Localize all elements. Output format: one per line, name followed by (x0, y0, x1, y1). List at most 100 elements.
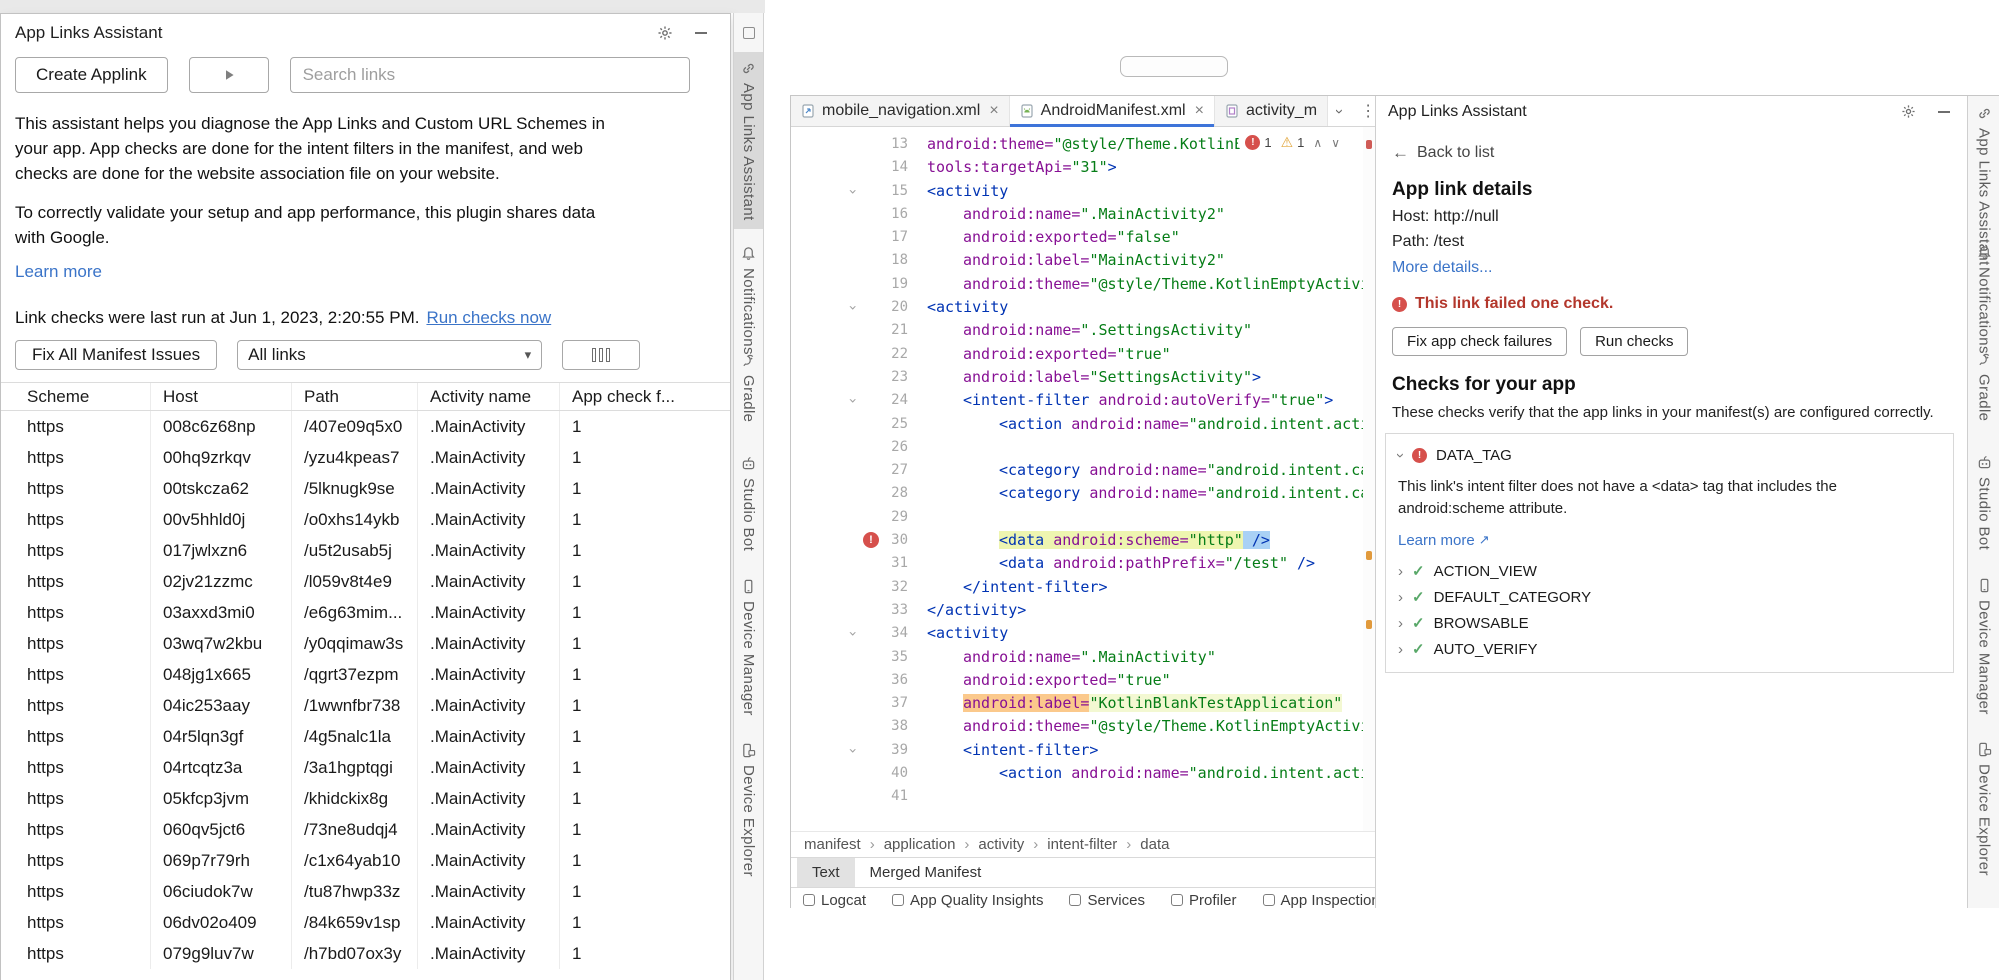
learn-more-link[interactable]: Learn more (15, 262, 102, 282)
check-row-DEFAULT_CATEGORY[interactable]: ›✓DEFAULT_CATEGORY (1398, 584, 1941, 610)
bottom-bar-item[interactable]: App Quality Insights (892, 892, 1043, 908)
check-row-ACTION_VIEW[interactable]: ›✓ACTION_VIEW (1398, 558, 1941, 584)
tool-strip-item-devicemanager[interactable]: Device Manager (734, 570, 763, 724)
code-line[interactable]: 20›<activity (791, 296, 1363, 319)
code-line[interactable]: 39›<intent-filter> (791, 739, 1363, 762)
columns-button[interactable] (562, 340, 640, 370)
tool-strip-item-studiobot[interactable]: Studio Bot (1968, 446, 1999, 558)
prev-issue-icon[interactable]: ∧ (1313, 136, 1322, 150)
fold-chevron-icon[interactable]: › (840, 627, 863, 641)
code-line[interactable]: 32</intent-filter> (791, 576, 1363, 599)
tab-activity_m[interactable]: activity_m (1215, 96, 1328, 126)
bottom-bar-item[interactable]: Services (1069, 892, 1145, 908)
learn-more-link[interactable]: Learn more ↗ (1398, 532, 1490, 549)
code-line[interactable]: 16android:name=".MainActivity2" (791, 203, 1363, 226)
code-line[interactable]: 24›<intent-filter android:autoVerify="tr… (791, 389, 1363, 412)
fold-chevron-icon[interactable]: › (840, 394, 863, 408)
tab-mobile_navigation.xml[interactable]: mobile_navigation.xml× (791, 96, 1010, 126)
bottom-bar-item[interactable]: Logcat (803, 892, 866, 908)
inspections-widget[interactable]: !1 ⚠1 ∧ ∨ (1238, 132, 1347, 153)
column-header[interactable]: Activity name (418, 383, 560, 410)
table-row[interactable]: https04rtcqtz3a/3a1hgptqgi.MainActivity1 (1, 752, 730, 783)
warning-stripe-mark[interactable] (1366, 551, 1372, 560)
code-line[interactable]: 21android:name=".SettingsActivity" (791, 319, 1363, 342)
code-line[interactable]: 38android:theme="@style/Theme.KotlinEmpt… (791, 715, 1363, 738)
table-row[interactable]: https017jwlxzn6/u5t2usab5j.MainActivity1 (1, 535, 730, 566)
error-stripe-mark[interactable] (1366, 140, 1372, 149)
code-line[interactable]: 26 (791, 436, 1363, 459)
column-header[interactable]: App check f... (560, 383, 730, 410)
create-applink-button[interactable]: Create Applink (15, 57, 168, 93)
back-to-list-link[interactable]: ← Back to list (1392, 143, 1494, 163)
fold-chevron-icon[interactable]: › (840, 743, 863, 757)
code-line[interactable]: 19android:theme="@style/Theme.KotlinEmpt… (791, 273, 1363, 296)
column-header[interactable]: Host (151, 383, 292, 410)
table-row[interactable]: https00v5hhld0j/o0xhs14ykb.MainActivity1 (1, 504, 730, 535)
fix-all-manifest-issues-button[interactable]: Fix All Manifest Issues (15, 340, 217, 370)
tool-strip-item-devicemanager[interactable]: Device Manager (1968, 569, 1999, 723)
table-row[interactable]: https03wq7w2kbu/y0qqimaw3s.MainActivity1 (1, 628, 730, 659)
gear-icon[interactable] (656, 24, 674, 42)
more-details-link[interactable]: More details... (1392, 259, 1492, 277)
code-line[interactable]: 14tools:targetApi="31"> (791, 156, 1363, 179)
code-line[interactable]: 25<action android:name="android.intent.a… (791, 413, 1363, 436)
dock-icon[interactable] (743, 27, 755, 39)
code-line[interactable]: 36android:exported="true" (791, 669, 1363, 692)
search-links-input[interactable] (290, 57, 690, 93)
tool-strip-item-studiobot[interactable]: Studio Bot (734, 447, 763, 559)
code-line[interactable]: 28<category android:name="android.intent… (791, 482, 1363, 505)
run-link-checks-button[interactable] (189, 57, 269, 93)
column-header[interactable]: Path (292, 383, 418, 410)
tool-strip-item-applinks[interactable]: App Links Assistant (734, 52, 763, 229)
table-row[interactable]: https04r5lqn3gf/4g5nalc1la.MainActivity1 (1, 721, 730, 752)
code-editor[interactable]: 13android:theme="@style/Theme.KotlinEmp1… (791, 127, 1363, 831)
table-row[interactable]: https069p7r79rh/c1x64yab10.MainActivity1 (1, 845, 730, 876)
minimize-icon[interactable] (692, 24, 710, 42)
fold-chevron-icon[interactable]: › (840, 301, 863, 315)
table-row[interactable]: https079g9luv7w/h7bd07ox3y.MainActivity1 (1, 938, 730, 969)
links-filter-dropdown[interactable]: All links ▾ (237, 340, 542, 370)
table-row[interactable]: https00hq9zrkqv/yzu4kpeas7.MainActivity1 (1, 442, 730, 473)
code-line[interactable]: 31<data android:pathPrefix="/test" /> (791, 552, 1363, 575)
tool-strip-item-gradle[interactable]: Gradle (1968, 343, 1999, 429)
code-line[interactable]: 37android:label="KotlinBlankTestApplicat… (791, 692, 1363, 715)
code-line[interactable]: 34›<activity (791, 622, 1363, 645)
breadcrumb-item[interactable]: application (884, 836, 956, 853)
breadcrumb-item[interactable]: manifest (804, 836, 861, 853)
table-row[interactable]: https00tskcza62/5lknugk9se.MainActivity1 (1, 473, 730, 504)
table-row[interactable]: https02jv21zzmc/l059v8t4e9.MainActivity1 (1, 566, 730, 597)
code-line[interactable]: 33</activity> (791, 599, 1363, 622)
table-row[interactable]: https06dv02o409/84k659v1sp.MainActivity1 (1, 907, 730, 938)
fix-app-check-failures-button[interactable]: Fix app check failures (1392, 327, 1567, 356)
code-line[interactable]: 23android:label="SettingsActivity"> (791, 366, 1363, 389)
tab-AndroidManifest.xml[interactable]: AndroidManifest.xml× (1010, 96, 1215, 126)
code-line[interactable]: 18android:label="MainActivity2" (791, 249, 1363, 272)
code-line[interactable]: 41 (791, 785, 1363, 808)
tool-strip-item-deviceexplorer[interactable]: Device Explorer (734, 734, 763, 885)
warning-stripe-mark[interactable] (1366, 620, 1372, 629)
column-header[interactable]: Scheme (1, 383, 151, 410)
code-line[interactable]: 29 (791, 506, 1363, 529)
breadcrumb-item[interactable]: data (1140, 836, 1169, 853)
close-icon[interactable]: × (1195, 102, 1204, 120)
check-row-DATA_TAG[interactable]: › ! DATA_TAG (1398, 442, 1941, 468)
minimize-icon[interactable] (1935, 103, 1953, 121)
code-line[interactable]: 15›<activity (791, 180, 1363, 203)
code-line[interactable]: 30!<data android:scheme="http" /> (791, 529, 1363, 552)
run-checks-now-link[interactable]: Run checks now (426, 308, 551, 328)
next-issue-icon[interactable]: ∨ (1331, 136, 1340, 150)
table-row[interactable]: https060qv5jct6/73ne8udqj4.MainActivity1 (1, 814, 730, 845)
run-checks-button[interactable]: Run checks (1580, 327, 1688, 356)
bottom-bar-item[interactable]: Profiler (1171, 892, 1237, 908)
code-line[interactable]: 22android:exported="true" (791, 343, 1363, 366)
table-row[interactable]: https05kfcp3jvm/khidckix8g.MainActivity1 (1, 783, 730, 814)
bottom-tab-Merged Manifest[interactable]: Merged Manifest (855, 858, 997, 887)
table-row[interactable]: https008c6z68np/407e09q5x0.MainActivity1 (1, 411, 730, 442)
chevron-down-icon[interactable]: › (1328, 96, 1351, 126)
breadcrumb-item[interactable]: intent-filter (1047, 836, 1117, 853)
bottom-bar-item[interactable]: App Inspection (1263, 892, 1376, 908)
table-row[interactable]: https03axxd3mi0/e6g63mim....MainActivity… (1, 597, 730, 628)
code-line[interactable]: 27<category android:name="android.intent… (791, 459, 1363, 482)
table-row[interactable]: https04ic253aay/1wwnfbr738.MainActivity1 (1, 690, 730, 721)
tool-strip-item-gradle[interactable]: Gradle (734, 344, 763, 430)
